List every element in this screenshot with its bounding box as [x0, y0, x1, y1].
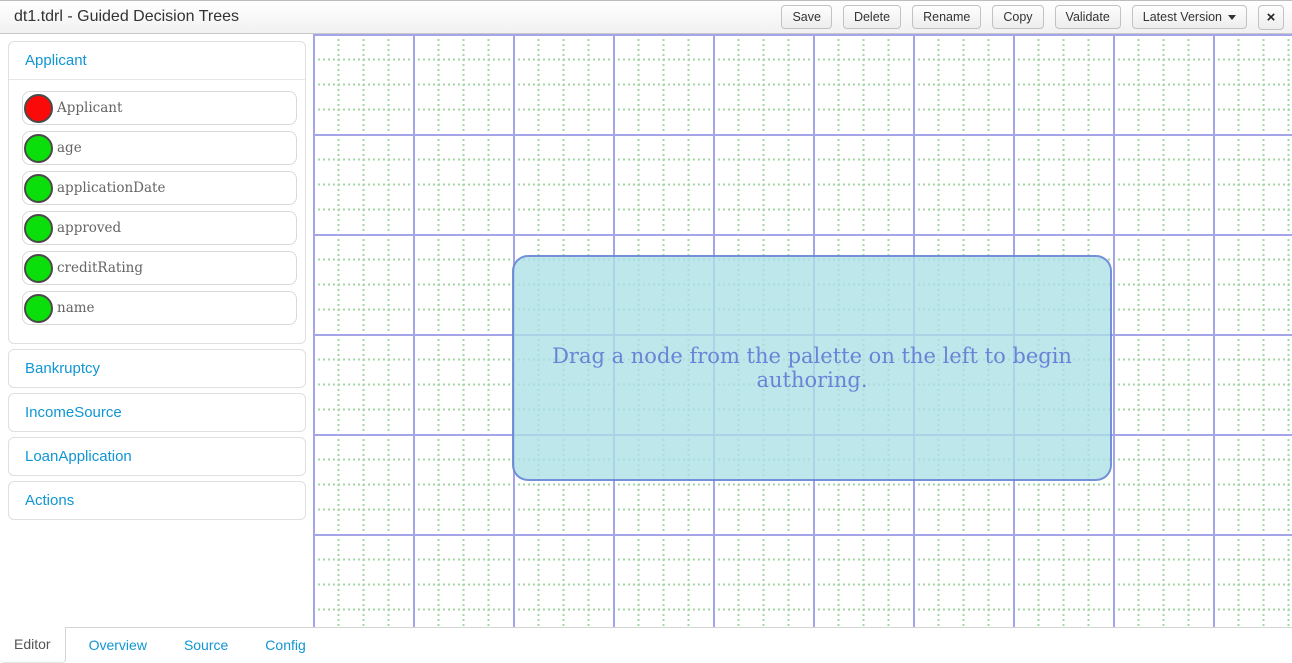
node-type-circle-icon — [24, 174, 53, 203]
palette-section-actions: Actions — [8, 481, 306, 520]
node-type-circle-icon — [24, 214, 53, 243]
save-button[interactable]: Save — [781, 5, 832, 29]
palette-section-header-loanapplication[interactable]: LoanApplication — [9, 438, 305, 475]
close-button[interactable]: × — [1258, 5, 1284, 30]
node-type-circle-icon — [24, 294, 53, 323]
node-type-circle-icon — [24, 254, 53, 283]
palette-node-applicant[interactable]: Applicant — [22, 91, 297, 125]
palette-section-label: Actions — [25, 492, 74, 509]
palette-section-header-applicant[interactable]: Applicant — [9, 42, 305, 80]
node-type-circle-icon — [24, 94, 53, 123]
version-dropdown-label: Latest Version — [1143, 11, 1222, 24]
node-palette: Applicant Applicant age applicationDate … — [0, 34, 313, 627]
tab-label: Editor — [14, 636, 51, 652]
palette-section-label: IncomeSource — [25, 404, 122, 421]
tab-overview[interactable]: Overview — [75, 628, 161, 663]
palette-node-name[interactable]: name — [22, 291, 297, 325]
palette-section-bankruptcy: Bankruptcy — [8, 349, 306, 388]
palette-node-applicationdate[interactable]: applicationDate — [22, 171, 297, 205]
authoring-canvas[interactable]: Drag a node from the palette on the left… — [313, 34, 1292, 627]
tab-editor[interactable]: Editor — [0, 627, 66, 663]
tab-config[interactable]: Config — [251, 628, 319, 663]
node-type-circle-icon — [24, 134, 53, 163]
rename-button[interactable]: Rename — [912, 5, 981, 29]
palette-node-label: applicationDate — [57, 180, 165, 196]
copy-button[interactable]: Copy — [992, 5, 1043, 29]
validate-button[interactable]: Validate — [1055, 5, 1121, 29]
toolbar: Save Delete Rename Copy Validate Latest … — [781, 5, 1284, 30]
palette-section-body: Applicant age applicationDate approved c… — [9, 80, 305, 343]
palette-node-label: approved — [57, 220, 121, 236]
canvas-placeholder-text: Drag a node from the palette on the left… — [514, 344, 1110, 392]
caret-down-icon — [1228, 15, 1236, 20]
palette-section-label: Applicant — [25, 52, 87, 69]
page-title: dt1.tdrl - Guided Decision Trees — [14, 8, 239, 26]
palette-node-label: creditRating — [57, 260, 143, 276]
palette-section-incomesource: IncomeSource — [8, 393, 306, 432]
bottom-tab-bar: Editor Overview Source Config — [0, 627, 1292, 663]
palette-section-header-actions[interactable]: Actions — [9, 482, 305, 519]
palette-section-label: LoanApplication — [25, 448, 132, 465]
delete-button[interactable]: Delete — [843, 5, 901, 29]
palette-section-header-bankruptcy[interactable]: Bankruptcy — [9, 350, 305, 387]
palette-node-age[interactable]: age — [22, 131, 297, 165]
palette-node-label: Applicant — [57, 100, 122, 116]
palette-section-header-incomesource[interactable]: IncomeSource — [9, 394, 305, 431]
palette-node-label: age — [57, 140, 82, 156]
palette-node-approved[interactable]: approved — [22, 211, 297, 245]
version-dropdown-button[interactable]: Latest Version — [1132, 5, 1247, 29]
canvas-placeholder-box: Drag a node from the palette on the left… — [512, 255, 1112, 481]
palette-section-applicant: Applicant Applicant age applicationDate … — [8, 41, 306, 344]
palette-node-creditrating[interactable]: creditRating — [22, 251, 297, 285]
title-bar: dt1.tdrl - Guided Decision Trees Save De… — [0, 0, 1292, 34]
palette-section-label: Bankruptcy — [25, 360, 100, 377]
palette-node-label: name — [57, 300, 95, 316]
tab-source[interactable]: Source — [170, 628, 242, 663]
palette-section-loanapplication: LoanApplication — [8, 437, 306, 476]
